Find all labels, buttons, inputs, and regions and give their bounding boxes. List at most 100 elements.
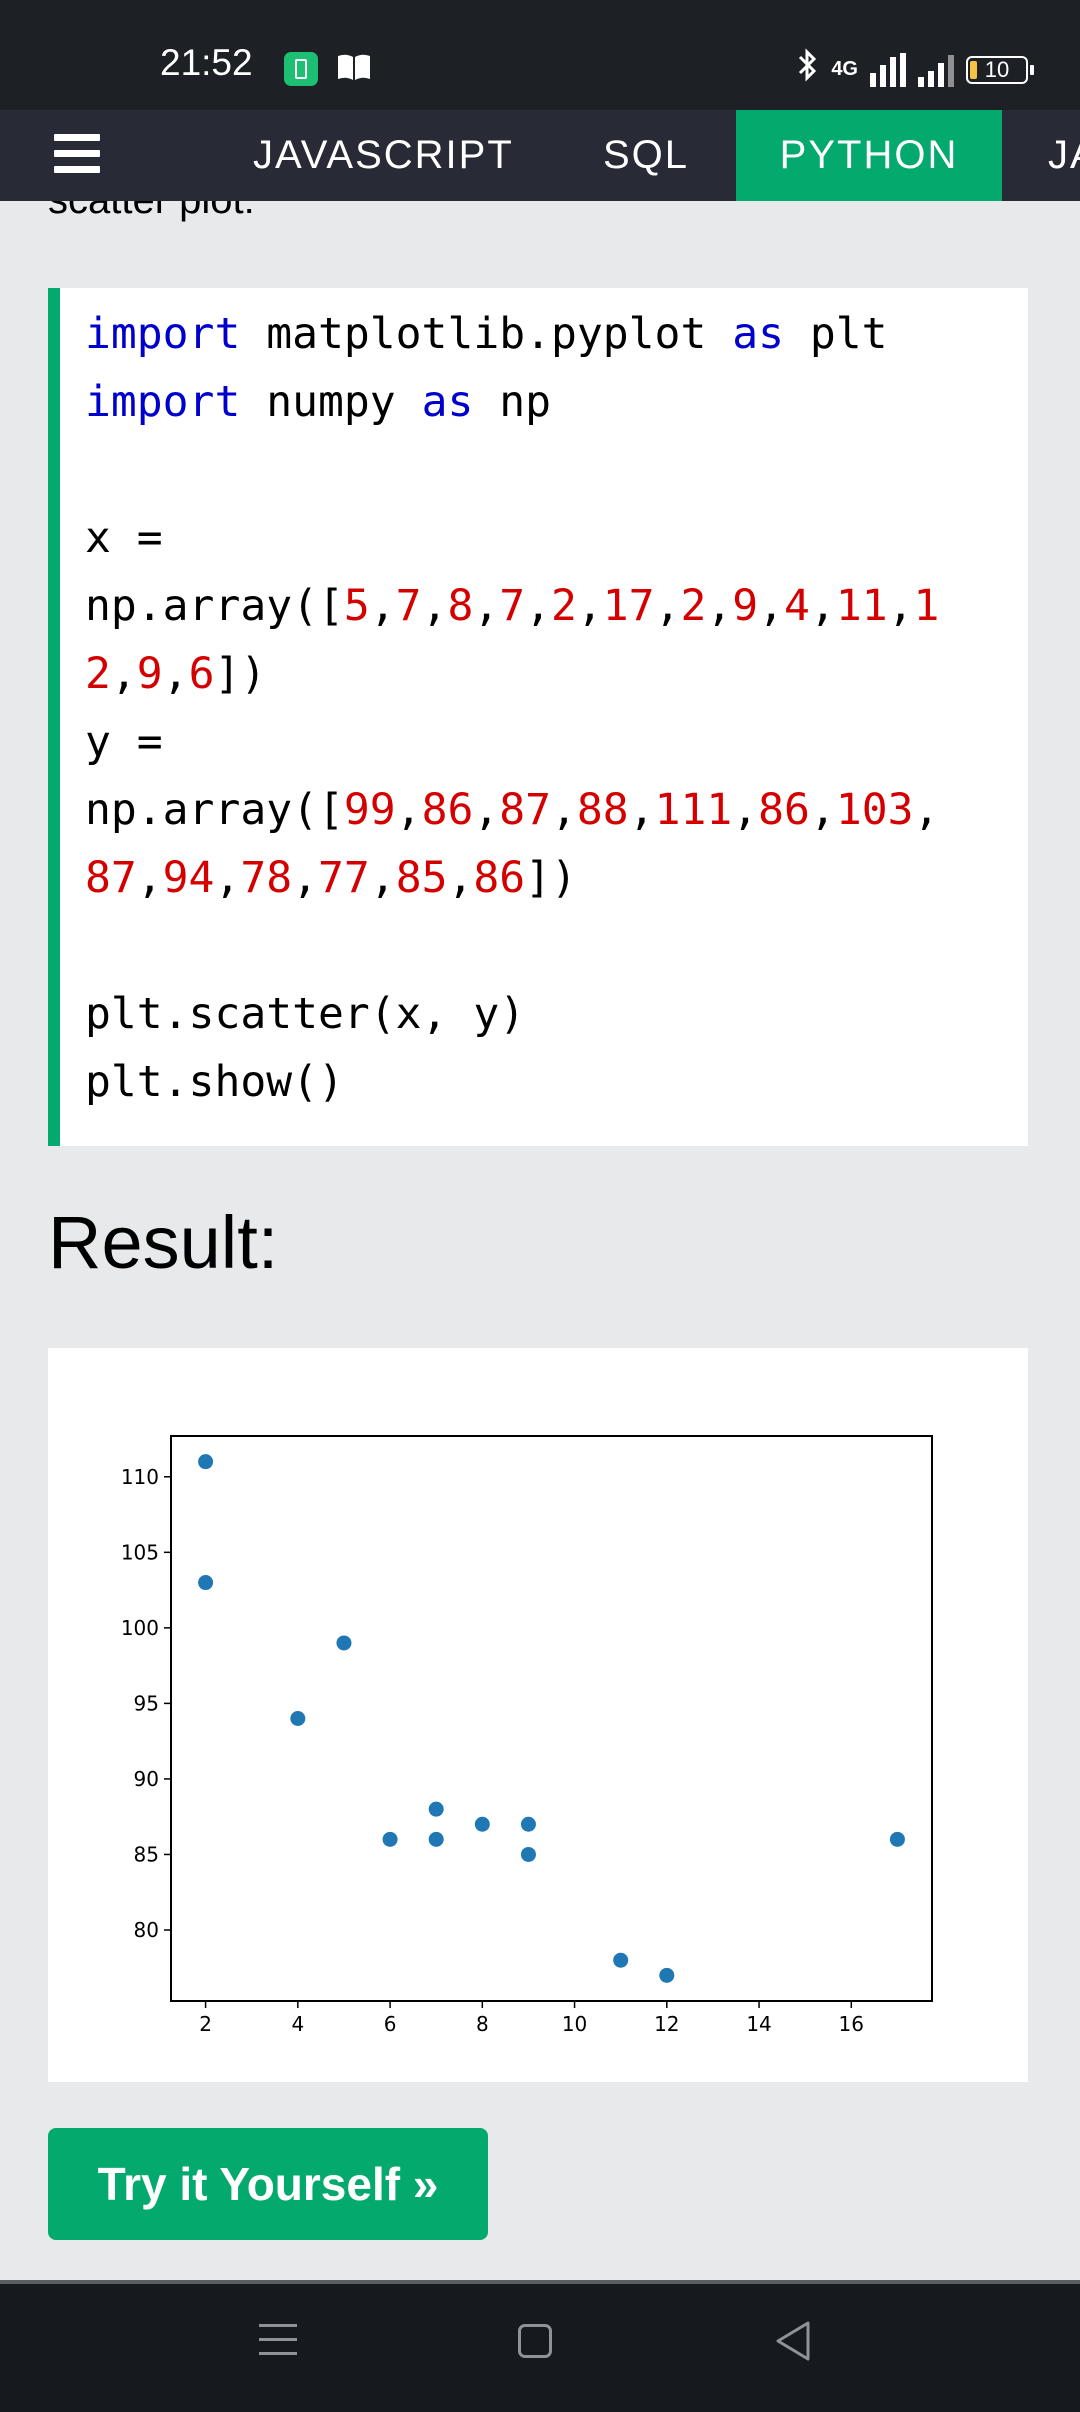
x-tick-label: 14 [746,2012,771,2036]
code-number: 86 [421,785,474,835]
code-number: 94 [162,853,215,903]
code-text: , [369,581,396,631]
code-number: 77 [318,853,370,903]
tab-javascript[interactable]: JAVASCRIPT [253,110,514,201]
x-tick-label: 4 [291,2012,304,2036]
code-number: 7 [395,581,422,631]
code-number: 1 [913,581,940,631]
code-number: 111 [654,785,733,835]
code-line: plt.scatter(x, y) [85,980,1015,1048]
y-tick-label: 85 [134,1842,159,1866]
code-number: 7 [499,581,526,631]
scatter-point [382,1831,398,1847]
code-text: , [421,581,448,631]
battery-icon: 10 [966,55,1034,84]
code-line: 87,94,78,77,85,86]) [85,844,1015,912]
code-number: 86 [758,785,810,835]
code-number: 6 [188,649,215,699]
code-number: 87 [499,785,552,835]
scatter-point [520,1846,536,1862]
y-tick-label: 95 [134,1691,159,1715]
scatter-chart: 2 4 6 8 10 12 14 16 80 85 90 95 100 105 110 [121,1435,933,2036]
y-tick-label: 100 [121,1616,159,1640]
code-content: import matplotlib.pyplot as plt import nu… [85,300,1015,1116]
code-number: 9 [136,649,163,699]
code-text: y = [85,717,163,767]
code-number: 5 [343,581,370,631]
book-icon [336,52,372,82]
scatter-point [613,1952,629,1968]
code-text: , [758,581,785,631]
code-number: 85 [395,853,448,903]
code-keyword: as [421,377,474,427]
code-number: 2 [680,581,707,631]
y-tick-label: 110 [121,1465,159,1489]
code-text: numpy [240,377,422,427]
scatter-point [474,1816,490,1832]
code-number: 8 [447,581,474,631]
back-icon[interactable] [774,2320,812,2366]
scatter-point [889,1831,905,1847]
menu-icon[interactable] [54,134,100,176]
code-number: 88 [576,785,629,835]
scatter-point [428,1831,444,1847]
bluetooth-icon [797,48,819,91]
battery-app-icon [284,52,318,86]
tab-python[interactable]: PYTHON [736,110,1002,201]
code-keyword: import [85,377,241,427]
signal-icon [870,52,906,87]
code-line: np.array([5,7,8,7,2,17,2,9,4,11,1 [85,572,1015,640]
x-tick-label: 6 [384,2012,397,2036]
code-text: , [628,785,655,835]
recent-apps-icon[interactable] [259,2324,297,2366]
y-tick-label: 80 [134,1918,159,1942]
code-text: , [706,581,733,631]
result-chart: 2 4 6 8 10 12 14 16 80 85 90 95 100 105 110 [48,1348,1028,2082]
code-line: x = [85,504,1015,572]
code-number: 87 [85,853,137,903]
code-text: , [809,785,836,835]
tab-java[interactable]: JA [1048,110,1080,201]
code-line: import numpy as np [85,368,1015,436]
code-text: , [473,785,500,835]
code-line: np.array([99,86,87,88,111,86,103, [85,776,1015,844]
tab-sql[interactable]: SQL [603,110,689,201]
scatter-point [198,1575,214,1591]
scatter-point [520,1816,536,1832]
home-icon[interactable] [518,2324,552,2358]
code-text: , [214,853,241,903]
code-line: import matplotlib.pyplot as plt [85,300,1015,368]
network-type: 4G [831,58,858,80]
code-text: ]) [214,649,267,699]
code-text: , [473,581,500,631]
code-text: ]) [525,853,577,903]
code-text: np.array([ [85,785,344,835]
status-bar: 21:52 4G 10 [0,0,1080,110]
code-text: , [732,785,759,835]
system-nav-bar [0,2284,1080,2412]
y-tick-label: 90 [134,1767,159,1791]
scatter-point [659,1967,675,1983]
code-keyword: import [85,309,241,359]
code-text: plt.scatter(x, y) [85,989,526,1039]
try-it-yourself-button[interactable]: Try it Yourself » [48,2128,488,2240]
code-line: y = [85,708,1015,776]
x-tick-label: 16 [839,2012,864,2036]
y-tick-label: 105 [121,1540,159,1564]
code-text: , [654,581,681,631]
status-icons: 4G 10 [797,48,1034,91]
scatter-point [290,1711,306,1726]
code-number: 103 [835,785,914,835]
status-time: 21:52 [160,42,253,83]
code-text: , [525,581,552,631]
code-text: , [369,853,396,903]
code-text: , [551,785,577,835]
code-text: , [162,649,189,699]
code-text: np [473,377,552,427]
code-number: 99 [343,785,396,835]
code-text: plt.show() [85,1057,344,1107]
top-nav: JAVASCRIPT SQL PYTHON JA [0,110,1080,201]
x-tick-label: 10 [562,2012,587,2036]
